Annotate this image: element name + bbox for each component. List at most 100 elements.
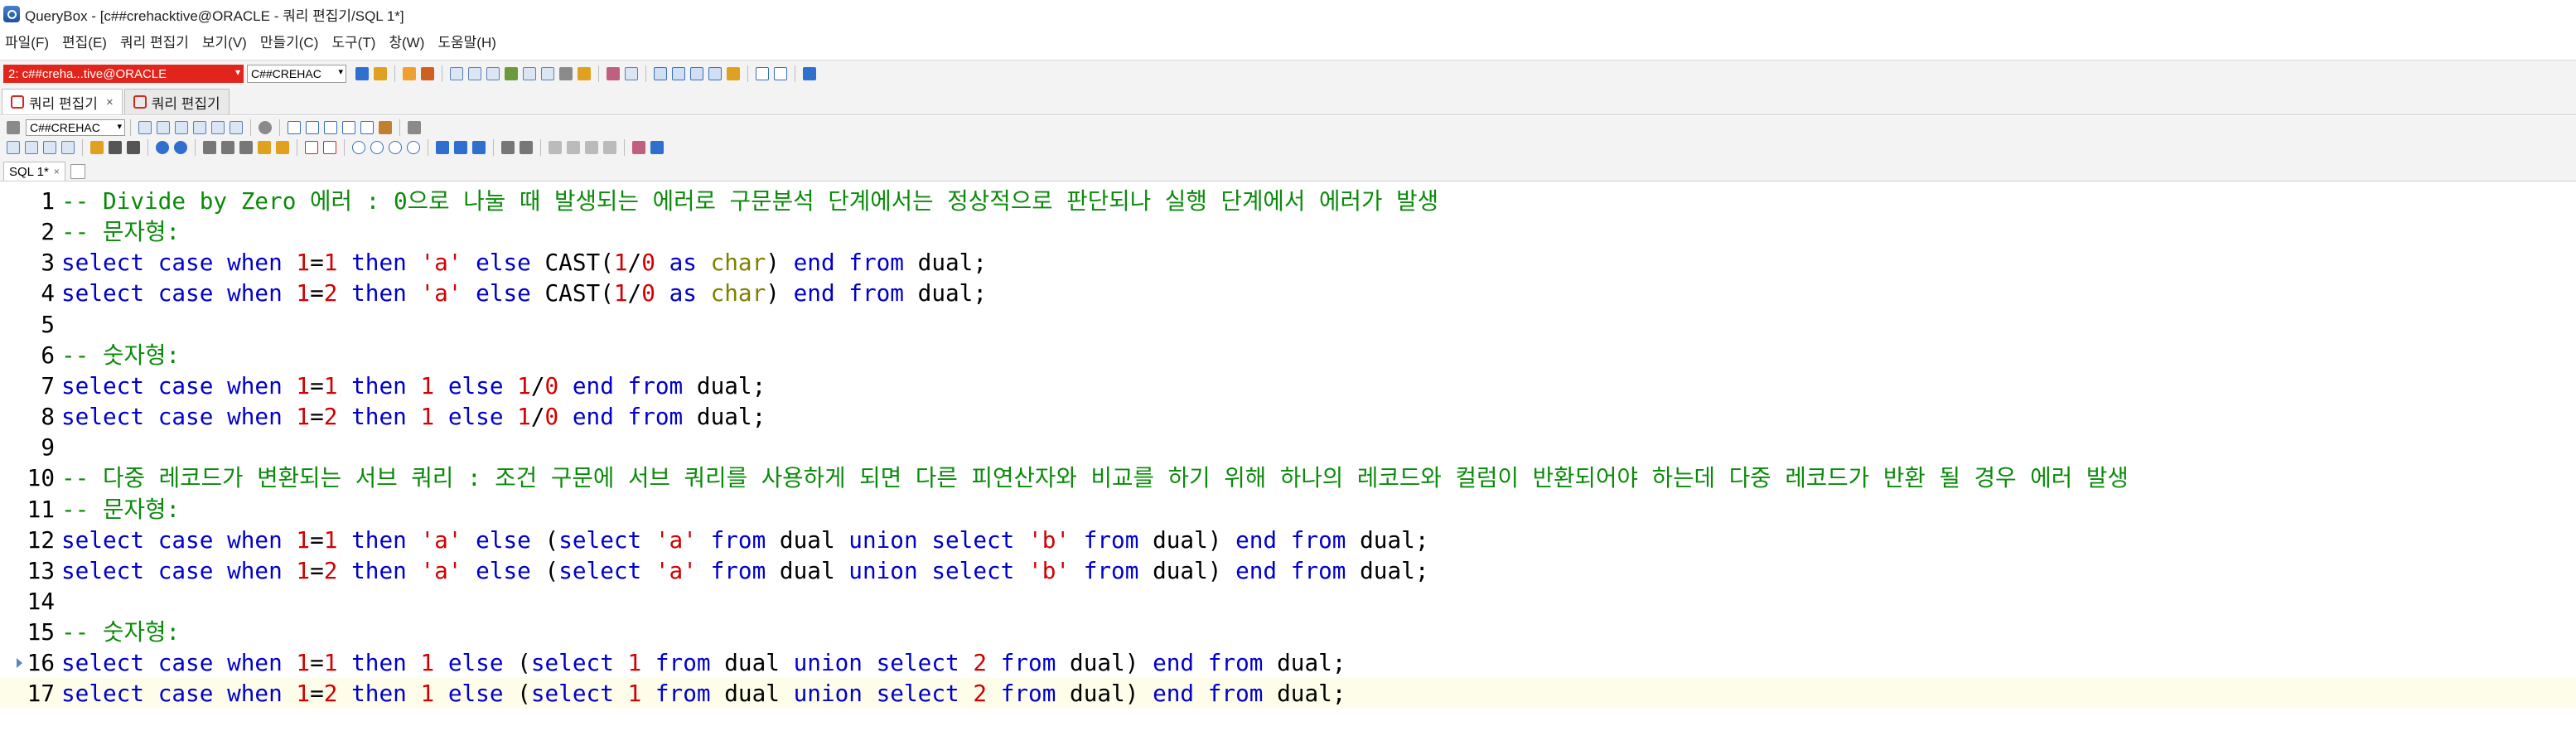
copy-icon[interactable] bbox=[221, 141, 234, 154]
tile-horizontal-icon[interactable] bbox=[756, 67, 769, 80]
trace-icon[interactable] bbox=[193, 121, 206, 134]
code-line[interactable]: 12 select case when 1=1 then 'a' else (se… bbox=[0, 525, 2576, 555]
save-as-icon[interactable] bbox=[61, 141, 75, 154]
preview-icon[interactable] bbox=[127, 141, 140, 154]
breakpoint-marker-icon[interactable] bbox=[17, 658, 22, 669]
window-icon[interactable] bbox=[690, 67, 703, 80]
menu-window[interactable]: 창(W) bbox=[382, 31, 431, 51]
save-icon[interactable] bbox=[43, 141, 56, 154]
bookmark-icon[interactable] bbox=[379, 121, 392, 134]
find-next-icon[interactable] bbox=[370, 141, 384, 154]
code-line[interactable]: 10 -- 다중 레코드가 변환되는 서브 쿼리 : 조건 구문에 서브 쿼리를 … bbox=[0, 462, 2576, 493]
new-icon[interactable] bbox=[7, 141, 20, 154]
commit-icon[interactable] bbox=[403, 67, 416, 80]
code-line[interactable]: 4 select case when 1=2 then 'a' else CAST… bbox=[0, 278, 2576, 308]
schema-select[interactable]: C##CREHAC ▾ bbox=[247, 65, 346, 83]
connection-select[interactable]: 2: c##creha...tive@ORACLE ▾ bbox=[3, 65, 244, 83]
close-icon[interactable]: × bbox=[106, 95, 114, 109]
procedure-icon[interactable] bbox=[505, 67, 518, 80]
comment-icon[interactable] bbox=[230, 121, 243, 134]
template-icon[interactable] bbox=[650, 141, 664, 154]
lock-icon[interactable] bbox=[578, 67, 591, 80]
find-previous-icon[interactable] bbox=[389, 141, 402, 154]
code-line[interactable]: 6 -- 숫자형: bbox=[0, 340, 2576, 370]
menu-help[interactable]: 도움말(H) bbox=[431, 31, 503, 51]
execute-all-icon[interactable] bbox=[157, 121, 170, 134]
code-line[interactable]: 11 -- 문자형: bbox=[0, 494, 2576, 525]
code-line[interactable]: 1 -- Divide by Zero 에러 : 0으로 나눌 때 발생되는 에러… bbox=[0, 186, 2576, 216]
explain-plan-icon[interactable] bbox=[175, 121, 188, 134]
code-line[interactable]: 17 select case when 1=2 then 1 else (sele… bbox=[0, 678, 2576, 709]
menu-create[interactable]: 만들기(C) bbox=[254, 31, 326, 51]
tab-query-editor-1[interactable]: 쿼리 편집기 × bbox=[2, 89, 123, 114]
redo-icon[interactable] bbox=[174, 141, 187, 154]
clipboard-icon[interactable] bbox=[258, 141, 271, 154]
execute-icon[interactable] bbox=[138, 121, 152, 134]
disconnect-icon[interactable] bbox=[374, 67, 387, 80]
folder-icon[interactable] bbox=[90, 141, 104, 154]
code-line[interactable]: 3 select case when 1=1 then 'a' else CAST… bbox=[0, 247, 2576, 278]
code-line[interactable]: 7 select case when 1=1 then 1 else 1/0 en… bbox=[0, 370, 2576, 401]
format-icon[interactable] bbox=[211, 121, 225, 134]
export-icon[interactable] bbox=[727, 67, 740, 80]
cut-icon[interactable] bbox=[203, 141, 216, 154]
grid-icon[interactable] bbox=[288, 121, 301, 134]
outdent-icon[interactable] bbox=[520, 141, 533, 154]
options-icon[interactable] bbox=[408, 121, 421, 134]
open-icon[interactable] bbox=[25, 141, 38, 154]
clear-icon[interactable] bbox=[323, 141, 336, 154]
view-icon[interactable] bbox=[486, 67, 500, 80]
code-line[interactable]: 2 -- 문자형: bbox=[0, 216, 2576, 247]
code-line[interactable]: 14 bbox=[0, 586, 2576, 617]
menu-edit[interactable]: 편집(E) bbox=[56, 31, 114, 51]
window-icon[interactable] bbox=[654, 67, 667, 80]
connect-icon[interactable] bbox=[355, 67, 369, 80]
indent-icon[interactable] bbox=[501, 141, 515, 154]
tile-vertical-icon[interactable] bbox=[774, 67, 787, 80]
replace-icon[interactable] bbox=[407, 141, 420, 154]
print-icon[interactable] bbox=[109, 141, 122, 154]
sql-editor[interactable]: 1 -- Divide by Zero 에러 : 0으로 나눌 때 발생되는 에러… bbox=[0, 184, 2576, 731]
window-icon[interactable] bbox=[708, 67, 722, 80]
synonym-icon[interactable] bbox=[541, 67, 554, 80]
close-icon[interactable]: × bbox=[54, 166, 60, 177]
paste-icon[interactable] bbox=[239, 141, 253, 154]
user-icon[interactable] bbox=[607, 67, 620, 80]
tab-sql-1[interactable]: SQL 1* × bbox=[3, 162, 65, 181]
code-line[interactable]: 8 select case when 1=2 then 1 else 1/0 en… bbox=[0, 401, 2576, 432]
code-line[interactable]: 16 select case when 1=1 then 1 else (sele… bbox=[0, 647, 2576, 678]
editor-schema-select[interactable]: C##CREHAC ▾ bbox=[26, 119, 125, 136]
window-icon[interactable] bbox=[672, 67, 685, 80]
tab-query-editor-2[interactable]: 쿼리 편집기 bbox=[123, 89, 230, 114]
rollback-icon[interactable] bbox=[421, 67, 434, 80]
session-icon[interactable] bbox=[559, 67, 573, 80]
find-icon[interactable] bbox=[352, 141, 365, 154]
help-icon[interactable] bbox=[803, 67, 816, 80]
script-icon[interactable] bbox=[625, 67, 638, 80]
new-sql-tab-icon[interactable] bbox=[70, 164, 85, 179]
snippet-icon[interactable] bbox=[276, 141, 289, 154]
code-line[interactable]: 13 select case when 1=2 then 'a' else (se… bbox=[0, 555, 2576, 586]
menu-tools[interactable]: 도구(T) bbox=[325, 31, 382, 51]
sequence-icon[interactable] bbox=[523, 67, 536, 80]
split-icon[interactable] bbox=[324, 121, 337, 134]
macro-icon[interactable] bbox=[632, 141, 645, 154]
text-result-icon[interactable] bbox=[306, 121, 319, 134]
menu-file[interactable]: 파일(F) bbox=[0, 31, 56, 51]
error-icon[interactable] bbox=[305, 141, 318, 154]
menu-query-editor[interactable]: 쿼리 편집기 bbox=[114, 31, 196, 51]
code-line[interactable]: 9 bbox=[0, 432, 2576, 462]
connection-icon[interactable] bbox=[7, 121, 20, 134]
goto-icon[interactable] bbox=[436, 141, 449, 154]
code-line[interactable]: 5 bbox=[0, 309, 2576, 340]
case-icon[interactable] bbox=[342, 121, 355, 134]
table-icon[interactable] bbox=[468, 67, 481, 80]
menu-view[interactable]: 보기(V) bbox=[196, 31, 254, 51]
stop-icon[interactable] bbox=[259, 121, 272, 134]
history-icon[interactable] bbox=[360, 121, 374, 134]
object-browser-icon[interactable] bbox=[450, 67, 463, 80]
bookmark-toggle-icon[interactable] bbox=[454, 141, 467, 154]
code-line[interactable]: 15 -- 숫자형: bbox=[0, 617, 2576, 647]
bookmark-next-icon[interactable] bbox=[472, 141, 486, 154]
undo-icon[interactable] bbox=[156, 141, 169, 154]
